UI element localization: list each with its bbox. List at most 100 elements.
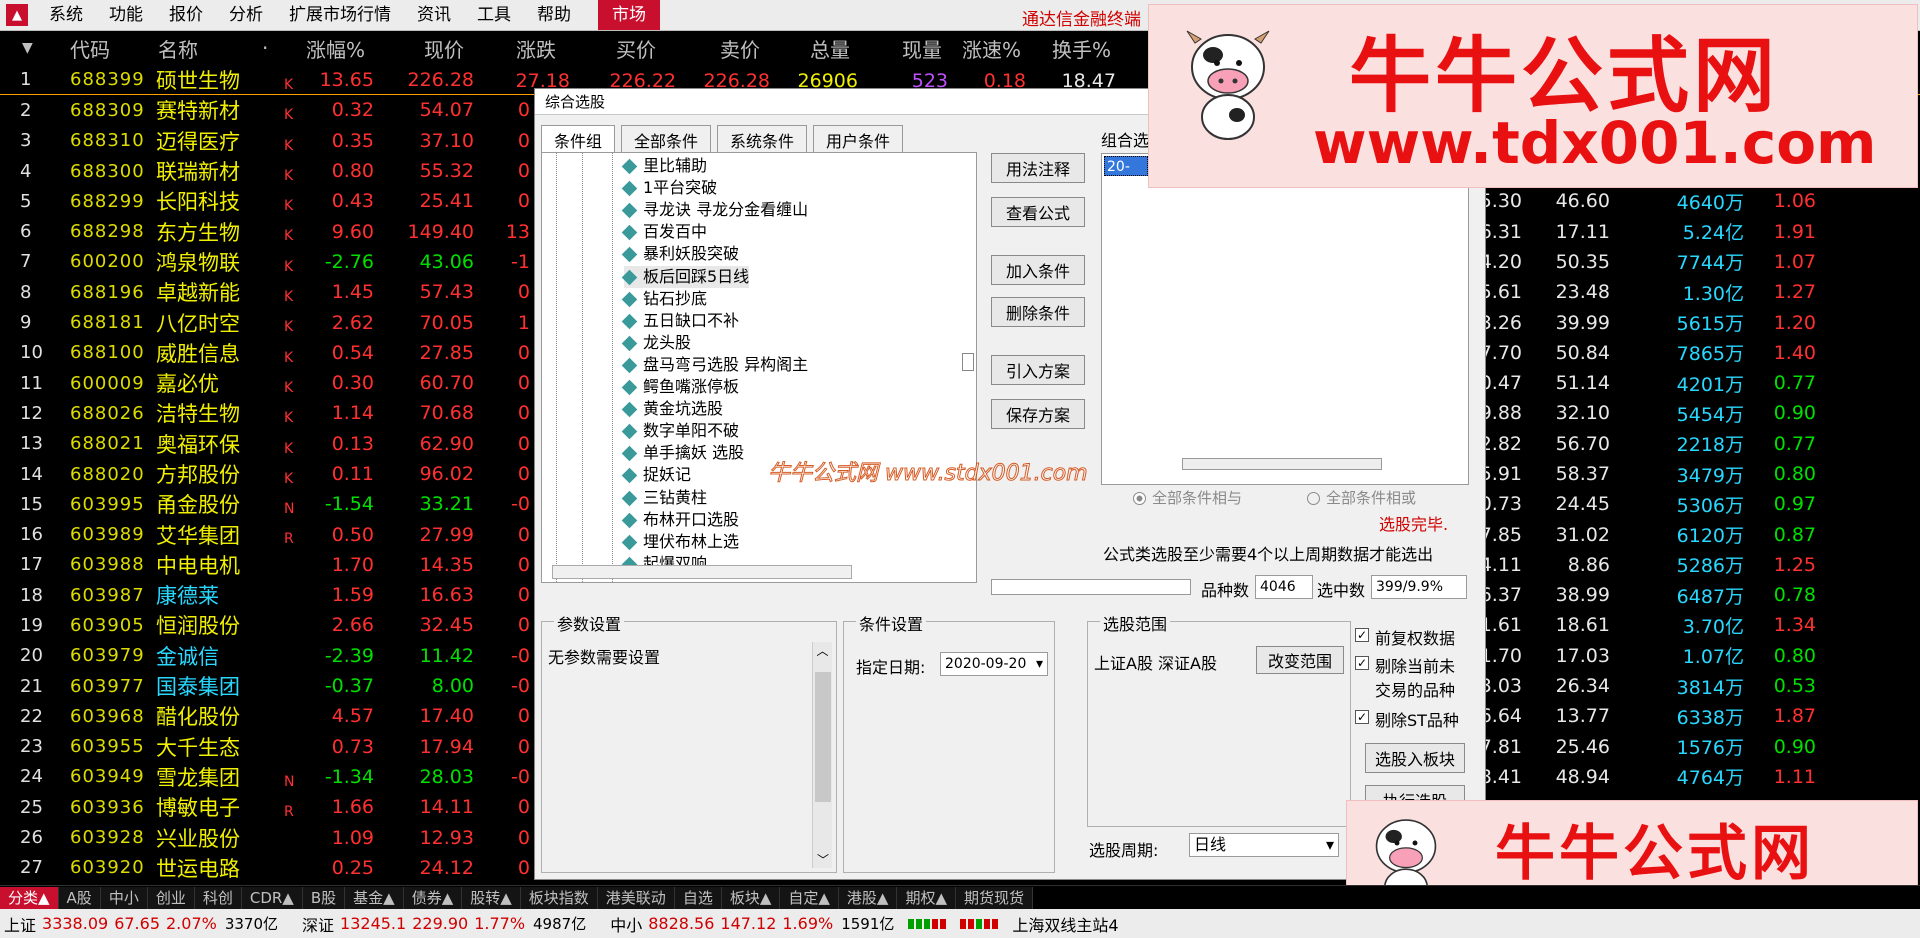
period-select[interactable]: 日线 ▾ [1189,833,1339,857]
col-speed[interactable]: 涨速% [962,34,1021,63]
tab-category[interactable]: 中小 [100,886,148,909]
sort-arrow-icon[interactable]: ▼ [22,40,33,56]
tab-category[interactable]: CDR▲ [241,886,303,909]
tree-item[interactable]: 单手擒妖 选股 [621,442,744,464]
tab-category[interactable]: 基金▲ [345,886,404,909]
tab-category[interactable]: 板块▲ [721,886,781,909]
menu-news[interactable]: 资讯 [404,0,464,30]
col-extra-4: 0.78 [1773,584,1816,607]
menu-quote[interactable]: 报价 [156,0,216,30]
tree-item[interactable]: 寻龙诀 寻龙分金看缠山 [621,199,808,221]
tab-category[interactable]: 期权▲ [897,886,957,909]
tab-category[interactable]: 自定▲ [780,886,839,909]
diff: 0 [517,160,530,183]
tree-item[interactable]: 盘马弯弓选股 异构阁主 [621,354,808,376]
combo-list-item[interactable]: 20-09 [1104,156,1148,195]
formula-icon [621,313,638,329]
tab-category[interactable]: 期货现货 [956,886,1034,909]
col-price[interactable]: 现价 [424,34,464,63]
tab-category[interactable]: 港股▲ [838,886,898,909]
formula-icon [621,158,638,175]
tree-item[interactable]: 里比辅助 [621,155,707,177]
price: 25.41 [419,190,474,213]
menu-analysis[interactable]: 分析 [216,0,276,30]
date-picker[interactable]: 2020-09-20 ▾ [940,652,1048,676]
tab-all-conditions[interactable]: 全部条件 [621,125,712,155]
tab-category[interactable]: 科创 [194,886,242,909]
tree-item[interactable]: 数字单阳不破 [621,420,739,442]
chevron-down-icon[interactable]: ▾ [1326,834,1334,856]
menu-ext-market[interactable]: 扩展市场行情 [276,0,404,30]
param-scrollbar[interactable]: ︿ ﹀ [812,642,832,868]
tree-item[interactable]: 百发百中 [621,221,707,243]
combo-condition-list[interactable]: 20-09 [1101,153,1469,485]
delete-condition-button[interactable]: 删除条件 [991,297,1085,327]
col-name[interactable]: 名称 [158,34,198,63]
tab-category[interactable]: 港美联动 [597,886,675,909]
col-change-pct[interactable]: 涨幅% [306,34,365,63]
tab-condition-group[interactable]: 条件组 [541,125,616,155]
tree-hscrollbar[interactable] [552,565,852,579]
chk-exclude-halted[interactable]: ✓ 剔除当前未 交易的品种 [1355,653,1455,701]
combo-hscrollbar[interactable] [1182,458,1382,470]
stock-name: 甬金股份 [156,493,240,518]
tab-category[interactable]: 自选 [674,886,722,909]
condition-tabs: 条件组 全部条件 系统条件 用户条件 [541,125,909,155]
tree-item[interactable]: 黄金坑选股 [621,398,723,420]
tab-category[interactable]: A股 [58,886,101,909]
tab-category[interactable]: 债券▲ [403,886,463,909]
menu-tools[interactable]: 工具 [464,0,524,30]
col-cur-vol[interactable]: 现量 [902,34,942,63]
sh-index: 3338.09 [42,914,109,933]
view-formula-button[interactable]: 查看公式 [991,197,1085,227]
chevron-down-icon[interactable]: ▾ [1036,653,1043,675]
tree-item[interactable]: 钻石抄底 [621,288,707,310]
tree-item[interactable]: 布林开口选股 [621,509,739,531]
stock-code: 688298 [70,221,145,243]
radio-all-and[interactable]: 全部条件相与 [1133,487,1242,508]
tree-item[interactable]: 鳄鱼嘴涨停板 [621,376,739,398]
menu-help[interactable]: 帮助 [524,0,584,30]
tab-category[interactable]: 板块指数 [520,886,598,909]
diff: 0 [517,190,530,213]
add-condition-button[interactable]: 加入条件 [991,255,1085,285]
server-name[interactable]: 上海双线主站4 [1012,912,1118,936]
tree-item[interactable]: 捉妖记 [621,464,691,486]
usage-button[interactable]: 用法注释 [991,153,1085,183]
chk-exclude-st[interactable]: ✓ 剔除ST品种 [1355,707,1459,731]
col-ask[interactable]: 卖价 [720,34,760,63]
tree-item[interactable]: 暴利妖股突破 [621,243,739,265]
tree-item[interactable]: 埋伏布林上选 [621,531,739,553]
price: 27.99 [419,523,474,546]
tree-item[interactable]: 三钻黄柱 [621,487,707,509]
tab-category[interactable]: 分类▲ [0,886,59,909]
col-code[interactable]: 代码 [70,34,110,63]
col-bid[interactable]: 买价 [616,34,656,63]
tab-user-conditions[interactable]: 用户条件 [813,125,904,155]
tab-category[interactable]: B股 [302,886,346,909]
tree-scroll-thumb[interactable] [962,353,974,371]
chk-adjusted[interactable]: ✓ 前复权数据 [1355,625,1455,649]
col-diff[interactable]: 涨跌 [516,34,556,63]
col-turnover[interactable]: 换手% [1052,34,1111,63]
col-volume[interactable]: 总量 [810,34,850,63]
formula-tree[interactable]: 里比辅助 1平台突破 寻龙诀 寻龙分金看缠山 百发百中 暴利妖股突破 板后回踩5日线 钻石抄… [541,152,977,583]
stock-code: 603905 [70,614,145,636]
change-range-button[interactable]: 改变范围 [1256,646,1344,674]
menu-system[interactable]: 系统 [36,0,96,30]
add-to-block-button[interactable]: 选股入板块 [1365,743,1465,773]
stock-code: 688196 [70,281,145,303]
menu-function[interactable]: 功能 [96,0,156,30]
tree-item[interactable]: 1平台突破 [621,177,717,199]
tree-item[interactable]: 龙头股 [621,332,691,354]
tree-item[interactable]: 板后回踩5日线 [621,265,750,288]
tree-item[interactable]: 五日缺口不补 [621,310,739,332]
radio-all-or[interactable]: 全部条件相或 [1307,487,1416,508]
import-plan-button[interactable]: 引入方案 [991,355,1085,385]
tab-category[interactable]: 股转▲ [462,886,521,909]
save-plan-button[interactable]: 保存方案 [991,399,1085,429]
tab-category[interactable]: 创业 [147,886,195,909]
tab-system-conditions[interactable]: 系统条件 [717,125,808,155]
market-tab[interactable]: 市场 [598,0,660,30]
price: 55.32 [419,160,474,183]
